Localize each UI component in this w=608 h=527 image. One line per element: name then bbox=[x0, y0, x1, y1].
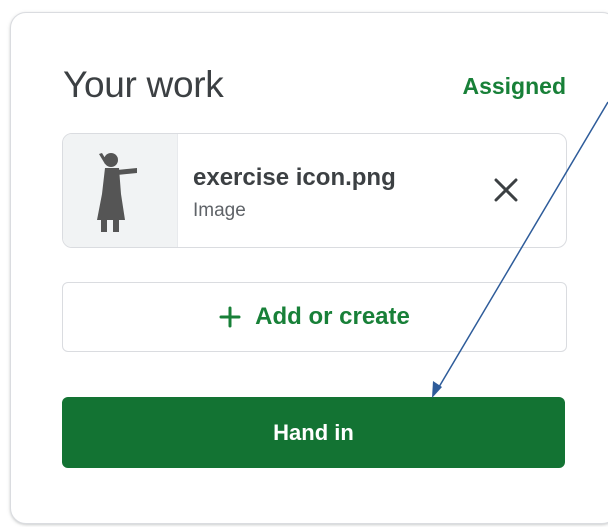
attachment-thumbnail bbox=[63, 134, 178, 247]
attachment-name[interactable]: exercise icon.png bbox=[193, 164, 396, 192]
close-icon bbox=[494, 178, 518, 202]
plus-icon bbox=[219, 306, 241, 328]
attachment-item[interactable]: exercise icon.png Image bbox=[62, 133, 567, 248]
hand-in-button[interactable]: Hand in bbox=[62, 397, 565, 468]
panel-title: Your work bbox=[63, 64, 224, 105]
screen: Your work Assigned exercise icon.png Ima… bbox=[0, 0, 608, 527]
hand-in-label: Hand in bbox=[273, 419, 354, 445]
status-badge: Assigned bbox=[462, 73, 566, 99]
add-or-create-label: Add or create bbox=[255, 303, 410, 330]
add-or-create-button[interactable]: Add or create bbox=[62, 282, 567, 352]
attachment-type: Image bbox=[193, 200, 246, 221]
remove-attachment-button[interactable] bbox=[489, 173, 523, 207]
exercise-figure-icon bbox=[97, 153, 137, 232]
